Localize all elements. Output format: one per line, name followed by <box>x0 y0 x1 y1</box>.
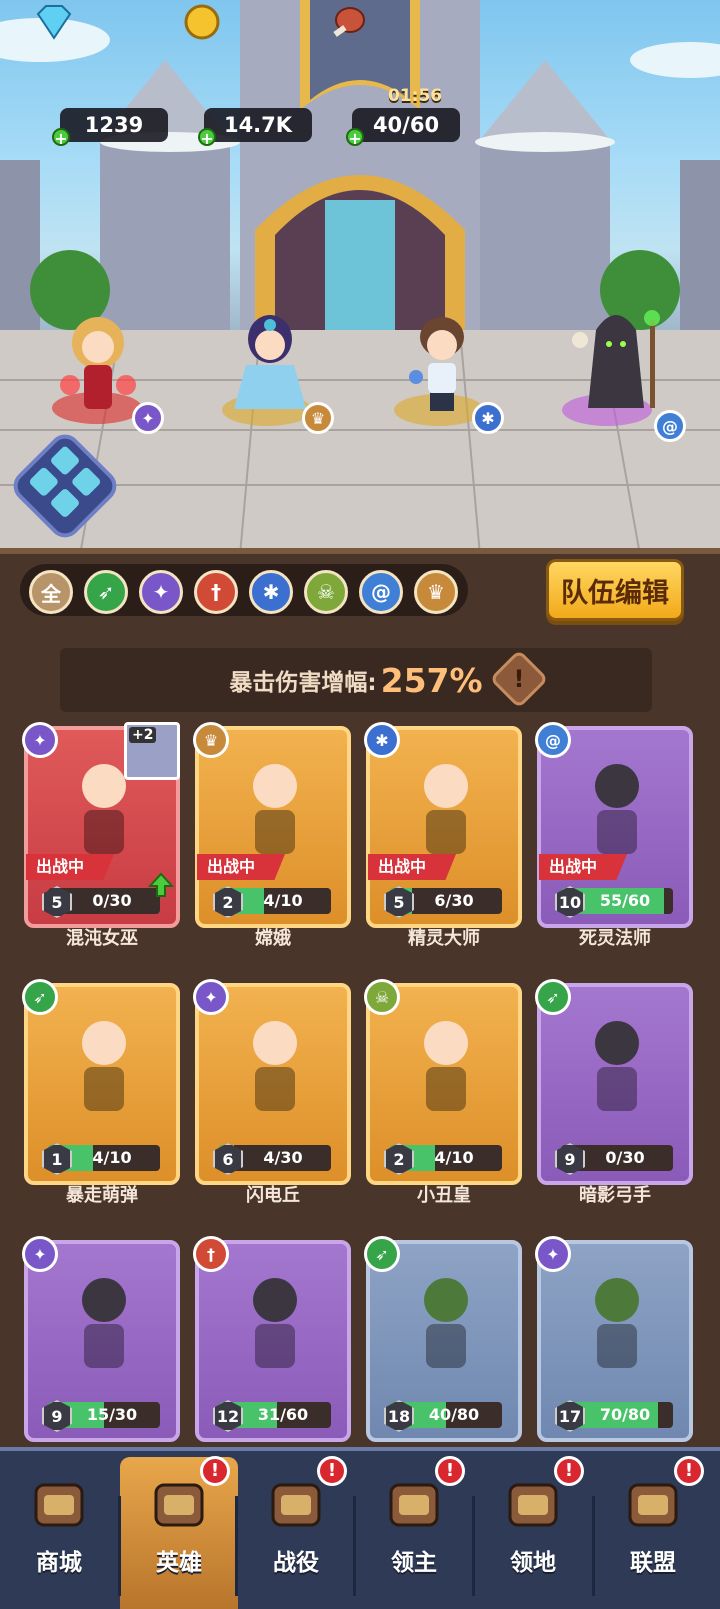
hero-name: 暗影弓手 <box>579 1185 651 1206</box>
stamina-add-button[interactable]: + <box>346 128 364 148</box>
meat-icon <box>333 7 365 37</box>
hero-name: 死灵法师 <box>579 928 651 949</box>
stamina-counter: 40/60 <box>352 108 460 142</box>
hero-portrait <box>253 1021 297 1111</box>
hero-portrait <box>424 764 468 854</box>
gold-coin-icon <box>184 4 220 40</box>
nav-divider <box>235 1496 238 1596</box>
upgrade-arrow-icon <box>148 872 174 897</box>
equipped-item-slot[interactable]: +2 <box>124 722 180 780</box>
deployed-tag: 出战中 <box>368 854 456 880</box>
hero-card[interactable]: ➶ 40/80 18 <box>364 1236 522 1442</box>
hero-portrait <box>82 1021 126 1111</box>
nav-label: 联盟 <box>630 1550 676 1576</box>
hero-card[interactable]: ✦ 70/80 17 <box>535 1236 693 1442</box>
hero-name: 闪电丘 <box>246 1185 300 1206</box>
chest-icon <box>34 1483 84 1527</box>
scarlet-witch-sprite[interactable] <box>48 305 148 425</box>
hero-name: 混沌女巫 <box>66 928 138 949</box>
nav-label: 战役 <box>273 1550 319 1576</box>
crit-bonus-label: 暴击伤害增幅: <box>229 670 377 696</box>
gold-add-button[interactable]: + <box>198 128 216 148</box>
gem-icon <box>36 5 72 40</box>
filter-spirit-icon[interactable]: @ <box>359 570 403 614</box>
hero-card[interactable]: @ 出战中 55/60 10 <box>535 722 693 928</box>
deployed-tag: 出战中 <box>26 854 114 880</box>
beast-class-icon: ✱ <box>364 722 400 758</box>
nav-label: 领地 <box>510 1550 556 1576</box>
hero-name: 小丑皇 <box>417 1185 471 1206</box>
hero-card[interactable]: ✦ 15/30 9 <box>22 1236 180 1442</box>
nav-label: 领主 <box>391 1550 437 1576</box>
hero-card[interactable]: † 31/60 12 <box>193 1236 351 1442</box>
hero-portrait <box>595 1021 639 1111</box>
battle-scene: 1239 + 14.7K + 01:56 40/60 + ✦ ♛ ✱ @ <box>0 0 720 555</box>
crit-bonus-banner: 暴击伤害增幅: 257% <box>60 648 652 712</box>
hero-name: 暴走萌弹 <box>66 1185 138 1206</box>
notification-badge: ! <box>435 1456 465 1486</box>
nav-label: 商城 <box>36 1550 82 1576</box>
support-class-icon: ♛ <box>302 402 334 434</box>
stamina-timer: 01:56 <box>388 86 443 106</box>
filter-beast-icon[interactable]: ✱ <box>249 570 293 614</box>
filter-warrior-icon[interactable]: † <box>194 570 238 614</box>
hero-portrait <box>424 1278 468 1368</box>
mage-class-icon: ✦ <box>132 402 164 434</box>
notification-badge: ! <box>200 1456 230 1486</box>
hero-name: 精灵大师 <box>408 928 480 949</box>
support-class-icon: ♛ <box>193 722 229 758</box>
archer-class-icon: ➶ <box>535 979 571 1015</box>
necromancer-sprite[interactable] <box>566 300 666 420</box>
hero-portrait <box>253 1278 297 1368</box>
hero-card[interactable]: ➶ 4/10 1 <box>22 979 180 1185</box>
item-upgrade-label: +2 <box>129 727 157 743</box>
hero-card[interactable]: ✦ 出战中 0/30 5 +2 <box>22 722 180 928</box>
hero-card[interactable]: ✱ 出战中 6/30 5 <box>364 722 522 928</box>
filter-mage-icon[interactable]: ✦ <box>139 570 183 614</box>
filter-support-icon[interactable]: ♛ <box>414 570 458 614</box>
hero-portrait <box>424 1021 468 1111</box>
notification-badge: ! <box>674 1456 704 1486</box>
deployed-tag: 出战中 <box>539 854 627 880</box>
hero-portrait <box>595 764 639 854</box>
nav-label: 英雄 <box>156 1550 202 1576</box>
filter-all-button[interactable]: 全 <box>29 570 73 614</box>
filter-archer-icon[interactable]: ➶ <box>84 570 128 614</box>
nav-tab[interactable]: 商城 <box>0 1457 118 1609</box>
hero-card[interactable]: ♛ 出战中 4/10 2 <box>193 722 351 928</box>
beast-class-icon: ✱ <box>472 402 504 434</box>
spirit-class-icon: @ <box>654 410 686 442</box>
hero-portrait <box>595 1278 639 1368</box>
nav-divider <box>472 1496 475 1596</box>
warrior-class-icon: † <box>193 1236 229 1272</box>
team-edit-button[interactable]: 队伍编辑 <box>546 559 684 621</box>
nav-divider <box>353 1496 356 1596</box>
hero-name: 嫦娥 <box>255 928 291 949</box>
hero-card[interactable]: ➶ 0/30 9 <box>535 979 693 1185</box>
crit-bonus-value: 257% <box>380 660 483 700</box>
mage-class-icon: ✦ <box>22 1236 58 1272</box>
hero-card[interactable]: ☠ 4/10 2 <box>364 979 522 1185</box>
mage-class-icon: ✦ <box>22 722 58 758</box>
mage-class-icon: ✦ <box>535 1236 571 1272</box>
hero-card[interactable]: ✦ 4/30 6 <box>193 979 351 1185</box>
filter-undead-icon[interactable]: ☠ <box>304 570 348 614</box>
deployed-tag: 出战中 <box>197 854 285 880</box>
archer-class-icon: ➶ <box>22 979 58 1015</box>
notification-badge: ! <box>317 1456 347 1486</box>
nav-divider <box>118 1496 121 1596</box>
gems-counter: 1239 <box>60 108 168 142</box>
undead-class-icon: ☠ <box>364 979 400 1015</box>
hero-portrait <box>82 1278 126 1368</box>
hero-portrait <box>253 764 297 854</box>
gems-add-button[interactable]: + <box>52 128 70 148</box>
nav-divider <box>592 1496 595 1596</box>
notification-badge: ! <box>554 1456 584 1486</box>
archer-class-icon: ➶ <box>364 1236 400 1272</box>
gold-counter: 14.7K <box>204 108 312 142</box>
spirit-class-icon: @ <box>535 722 571 758</box>
mage-class-icon: ✦ <box>193 979 229 1015</box>
